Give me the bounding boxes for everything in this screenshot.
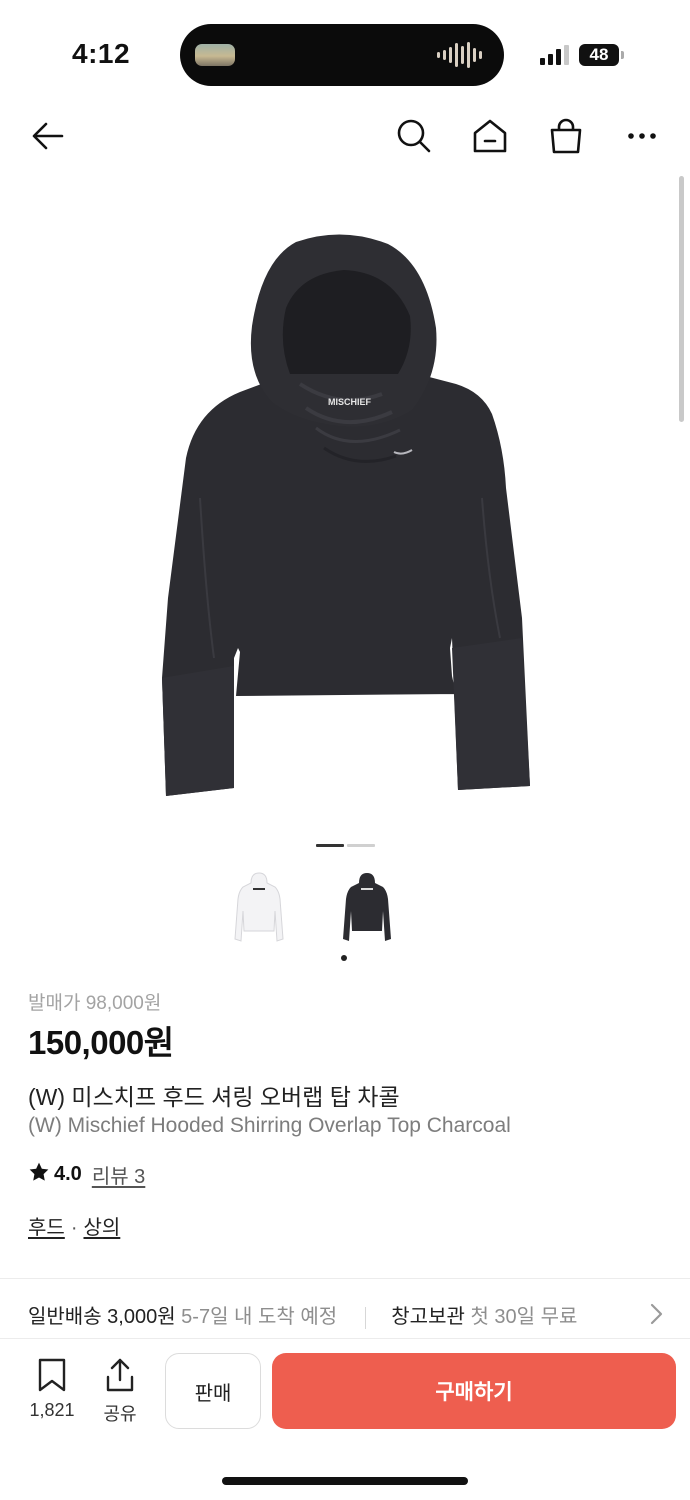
category-link-top[interactable]: 상의 — [83, 1217, 120, 1239]
color-option-charcoal[interactable] — [332, 868, 402, 950]
status-time: 4:12 — [72, 38, 131, 69]
now-playing-artwork — [195, 44, 235, 66]
dynamic-island — [180, 24, 504, 86]
color-option-white[interactable] — [224, 868, 294, 950]
rating-score: 4.0 — [54, 1163, 82, 1185]
warehouse-storage-promo: 첫 30일 무료 — [470, 1306, 578, 1328]
share-icon — [104, 1358, 136, 1397]
cellular-signal-icon — [540, 43, 569, 65]
current-price: 150,000원 — [28, 1024, 174, 1061]
battery-icon: 48 — [579, 44, 619, 66]
category-link-hood[interactable]: 후드 — [28, 1217, 65, 1239]
bookmark-count: 1,821 — [29, 1400, 75, 1420]
rating-summary: 4.0 리뷰 3 — [28, 1160, 145, 1189]
product-name-korean: (W) 미스치프 후드 셔링 오버랩 탑 차콜 — [28, 1084, 400, 1110]
bookmark-icon — [36, 1358, 68, 1397]
chevron-right-icon[interactable] — [648, 1302, 664, 1331]
pagination-dot-active — [316, 844, 344, 847]
category-separator: · — [70, 1217, 78, 1239]
standard-shipping-label: 일반배송 3,000원 — [28, 1306, 176, 1328]
share-label: 공유 — [103, 1404, 137, 1424]
sell-button[interactable]: 판매 — [165, 1353, 261, 1429]
garment-logo-text: MISCHIEF — [328, 397, 372, 407]
review-count-link[interactable]: 리뷰 3 — [92, 1160, 145, 1189]
shopping-bag-icon[interactable] — [544, 114, 588, 158]
product-name-english: (W) Mischief Hooded Shirring Overlap Top… — [28, 1114, 511, 1137]
more-horizontal-icon[interactable] — [620, 114, 664, 158]
battery-cap — [621, 51, 624, 59]
audio-waveform-icon — [437, 41, 482, 69]
status-bar: 4:12 48 — [0, 0, 690, 100]
pagination-dot — [347, 844, 375, 847]
star-icon — [28, 1161, 50, 1189]
standard-shipping-eta: 5-7일 내 도착 예정 — [181, 1306, 338, 1328]
shipping-info-row[interactable]: 일반배송 3,000원 5-7일 내 도착 예정 창고보관 첫 30일 무료 — [28, 1300, 577, 1329]
top-navigation — [0, 106, 690, 164]
buy-button[interactable]: 구매하기 — [272, 1353, 676, 1429]
hoodie-illustration — [162, 234, 530, 796]
shipping-divider — [364, 1306, 366, 1329]
bookmark-button[interactable]: 1,821 — [22, 1357, 82, 1421]
scroll-indicator — [679, 176, 684, 422]
search-icon[interactable] — [392, 114, 436, 158]
product-image[interactable]: MISCHIEF — [0, 178, 690, 838]
back-arrow-icon[interactable] — [26, 114, 70, 158]
home-indicator — [222, 1477, 468, 1485]
category-breadcrumb: 후드 · 상의 — [28, 1211, 120, 1240]
release-price: 발매가 98,000원 — [28, 993, 162, 1014]
bottom-action-bar: 1,821 공유 판매 구매하기 — [0, 1338, 690, 1500]
share-button[interactable]: 공유 — [96, 1357, 144, 1426]
color-options — [224, 868, 402, 950]
gallery-pagination — [316, 844, 375, 847]
section-divider — [0, 1278, 690, 1279]
warehouse-storage-label: 창고보관 — [391, 1306, 465, 1328]
selected-color-indicator — [341, 955, 347, 961]
home-icon[interactable] — [468, 114, 512, 158]
